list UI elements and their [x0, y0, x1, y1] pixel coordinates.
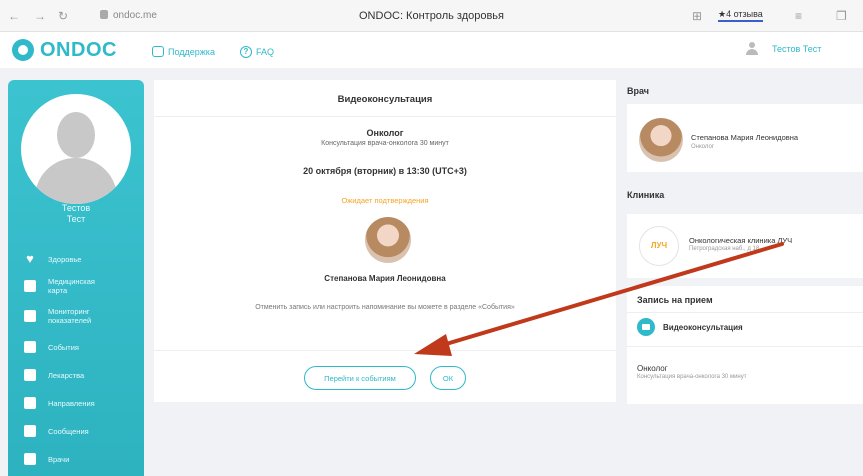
sidebar-item-doctors[interactable]: Врачи — [24, 453, 140, 465]
reload-icon[interactable]: ↻ — [58, 8, 68, 24]
video-icon — [637, 318, 655, 336]
avatar-body — [35, 158, 117, 204]
specialty: Онколог — [366, 128, 404, 138]
lock-icon — [100, 10, 108, 19]
sidebar-item-events[interactable]: События — [24, 341, 140, 353]
divider — [154, 116, 616, 117]
sidebar-item-health[interactable]: ♥ Здоровье — [24, 251, 140, 266]
appointment-heading: Запись на прием — [637, 295, 713, 305]
monitoring-icon — [24, 310, 36, 322]
reviews-badge[interactable]: ★4 отзыва — [718, 8, 763, 22]
back-arrow-icon[interactable]: ← — [8, 8, 20, 24]
divider — [627, 312, 863, 313]
heart-icon: ♥ — [26, 251, 34, 266]
user-name: Тестов Тест — [772, 44, 822, 54]
doctor-heading: Врач — [627, 86, 650, 96]
go-to-events-button[interactable]: Перейти к событиям — [304, 366, 416, 390]
hint-text: Отменить запись или настроить напоминани… — [255, 304, 515, 311]
doctor-photo — [639, 118, 683, 162]
forward-arrow-icon[interactable]: → — [34, 8, 46, 24]
sidebar-item-label: Направления — [48, 398, 95, 408]
referrals-icon — [24, 397, 36, 409]
faq-label: FAQ — [256, 47, 275, 57]
appointment-datetime: 20 октября (вторник) в 13:30 (UTC+3) — [303, 166, 467, 176]
chat-bubble-icon — [152, 46, 164, 57]
user-first-name: Тестов — [61, 203, 91, 213]
doctor-role: Онколог — [691, 144, 714, 150]
doctor-name: Степанова Мария Леонидовна — [691, 133, 799, 142]
doctor-card[interactable]: Степанова Мария Леонидовна Онколог — [627, 104, 863, 172]
divider — [154, 350, 616, 351]
sidebar-item-label: Сообщения — [48, 426, 89, 436]
status-text: Ожидает подтверждения — [341, 196, 429, 205]
user-menu[interactable]: Тестов Тест — [746, 42, 821, 56]
medical-card-icon — [24, 280, 36, 292]
ok-button[interactable]: ОК — [430, 366, 466, 390]
sidebar: Тестов Тест ♥ Здоровье Медицинская карта… — [8, 80, 144, 476]
clinic-name: Онкологическая клиника ЛУЧ — [689, 236, 793, 245]
question-icon: ? — [240, 46, 252, 58]
sidebar-item-label: Мониторинг показателей — [48, 307, 92, 325]
address-bar[interactable]: ondoc.me — [100, 8, 157, 24]
sidebar-item-label: Здоровье — [48, 254, 82, 264]
tab-title: ONDOC: Контроль здоровья — [359, 10, 504, 22]
card-title: Видеоконсультация — [337, 94, 433, 105]
clinic-heading: Клиника — [627, 190, 665, 200]
support-label: Поддержка — [168, 46, 215, 57]
doctor-name: Степанова Мария Леонидовна — [324, 274, 446, 283]
appointment-sub: Консультация врача-онколога 30 минут — [637, 374, 747, 380]
messages-icon — [24, 425, 36, 437]
url-text: ondoc.me — [113, 10, 157, 21]
clinic-address: Петроградская наб., д 18 — [689, 246, 760, 252]
logo-text: ONDOC — [40, 38, 117, 61]
clinic-card[interactable]: ЛУЧ Онкологическая клиника ЛУЧ Петроград… — [627, 214, 863, 278]
sidebar-item-medical-card[interactable]: Медицинская карта — [24, 277, 140, 295]
avatar[interactable] — [21, 94, 131, 204]
medicine-icon — [24, 369, 36, 381]
events-icon — [24, 341, 36, 353]
user-last-name: Тест — [66, 214, 86, 224]
support-link[interactable]: Поддержка — [152, 46, 215, 57]
faq-link[interactable]: ? FAQ — [240, 46, 274, 58]
chat-icon[interactable]: ❐ — [836, 8, 847, 24]
divider — [627, 346, 863, 347]
appointment-specialty: Онколог — [637, 364, 668, 373]
sidebar-item-referrals[interactable]: Направления — [24, 397, 140, 409]
extension-icon[interactable]: ⊞ — [692, 8, 702, 24]
doctors-icon — [24, 453, 36, 465]
sidebar-item-label: Лекарства — [48, 370, 85, 380]
app-header: ONDOC Поддержка ? FAQ Тестов Тест — [0, 32, 863, 68]
browser-toolbar: ← → ↻ ondoc.me ONDOC: Контроль здоровья … — [0, 0, 863, 32]
menu-icon[interactable]: ≡ — [795, 8, 802, 24]
sidebar-item-medicine[interactable]: Лекарства — [24, 369, 140, 381]
sidebar-item-label: Медицинская карта — [48, 277, 95, 295]
sidebar-item-messages[interactable]: Сообщения — [24, 425, 140, 437]
appointment-type: Видеоконсультация — [663, 323, 743, 332]
doctor-photo — [365, 217, 411, 263]
sidebar-item-label: Врачи — [48, 454, 70, 464]
ondoc-logo[interactable]: ONDOC — [12, 38, 117, 62]
logo-mark-icon — [12, 39, 34, 61]
sidebar-item-label: События — [48, 342, 79, 352]
appointment-card: Запись на прием Видеоконсультация Онколо… — [627, 286, 863, 404]
specialty-sub: Консультация врача-онколога 30 минут — [321, 140, 449, 147]
clinic-logo: ЛУЧ — [639, 226, 679, 266]
sidebar-item-monitoring[interactable]: Мониторинг показателей — [24, 307, 140, 325]
consultation-card: Видеоконсультация Онколог Консультация в… — [154, 80, 616, 402]
clinic-logo-text: ЛУЧ — [650, 241, 668, 250]
user-icon — [746, 42, 758, 56]
avatar-placeholder-icon — [57, 112, 95, 158]
